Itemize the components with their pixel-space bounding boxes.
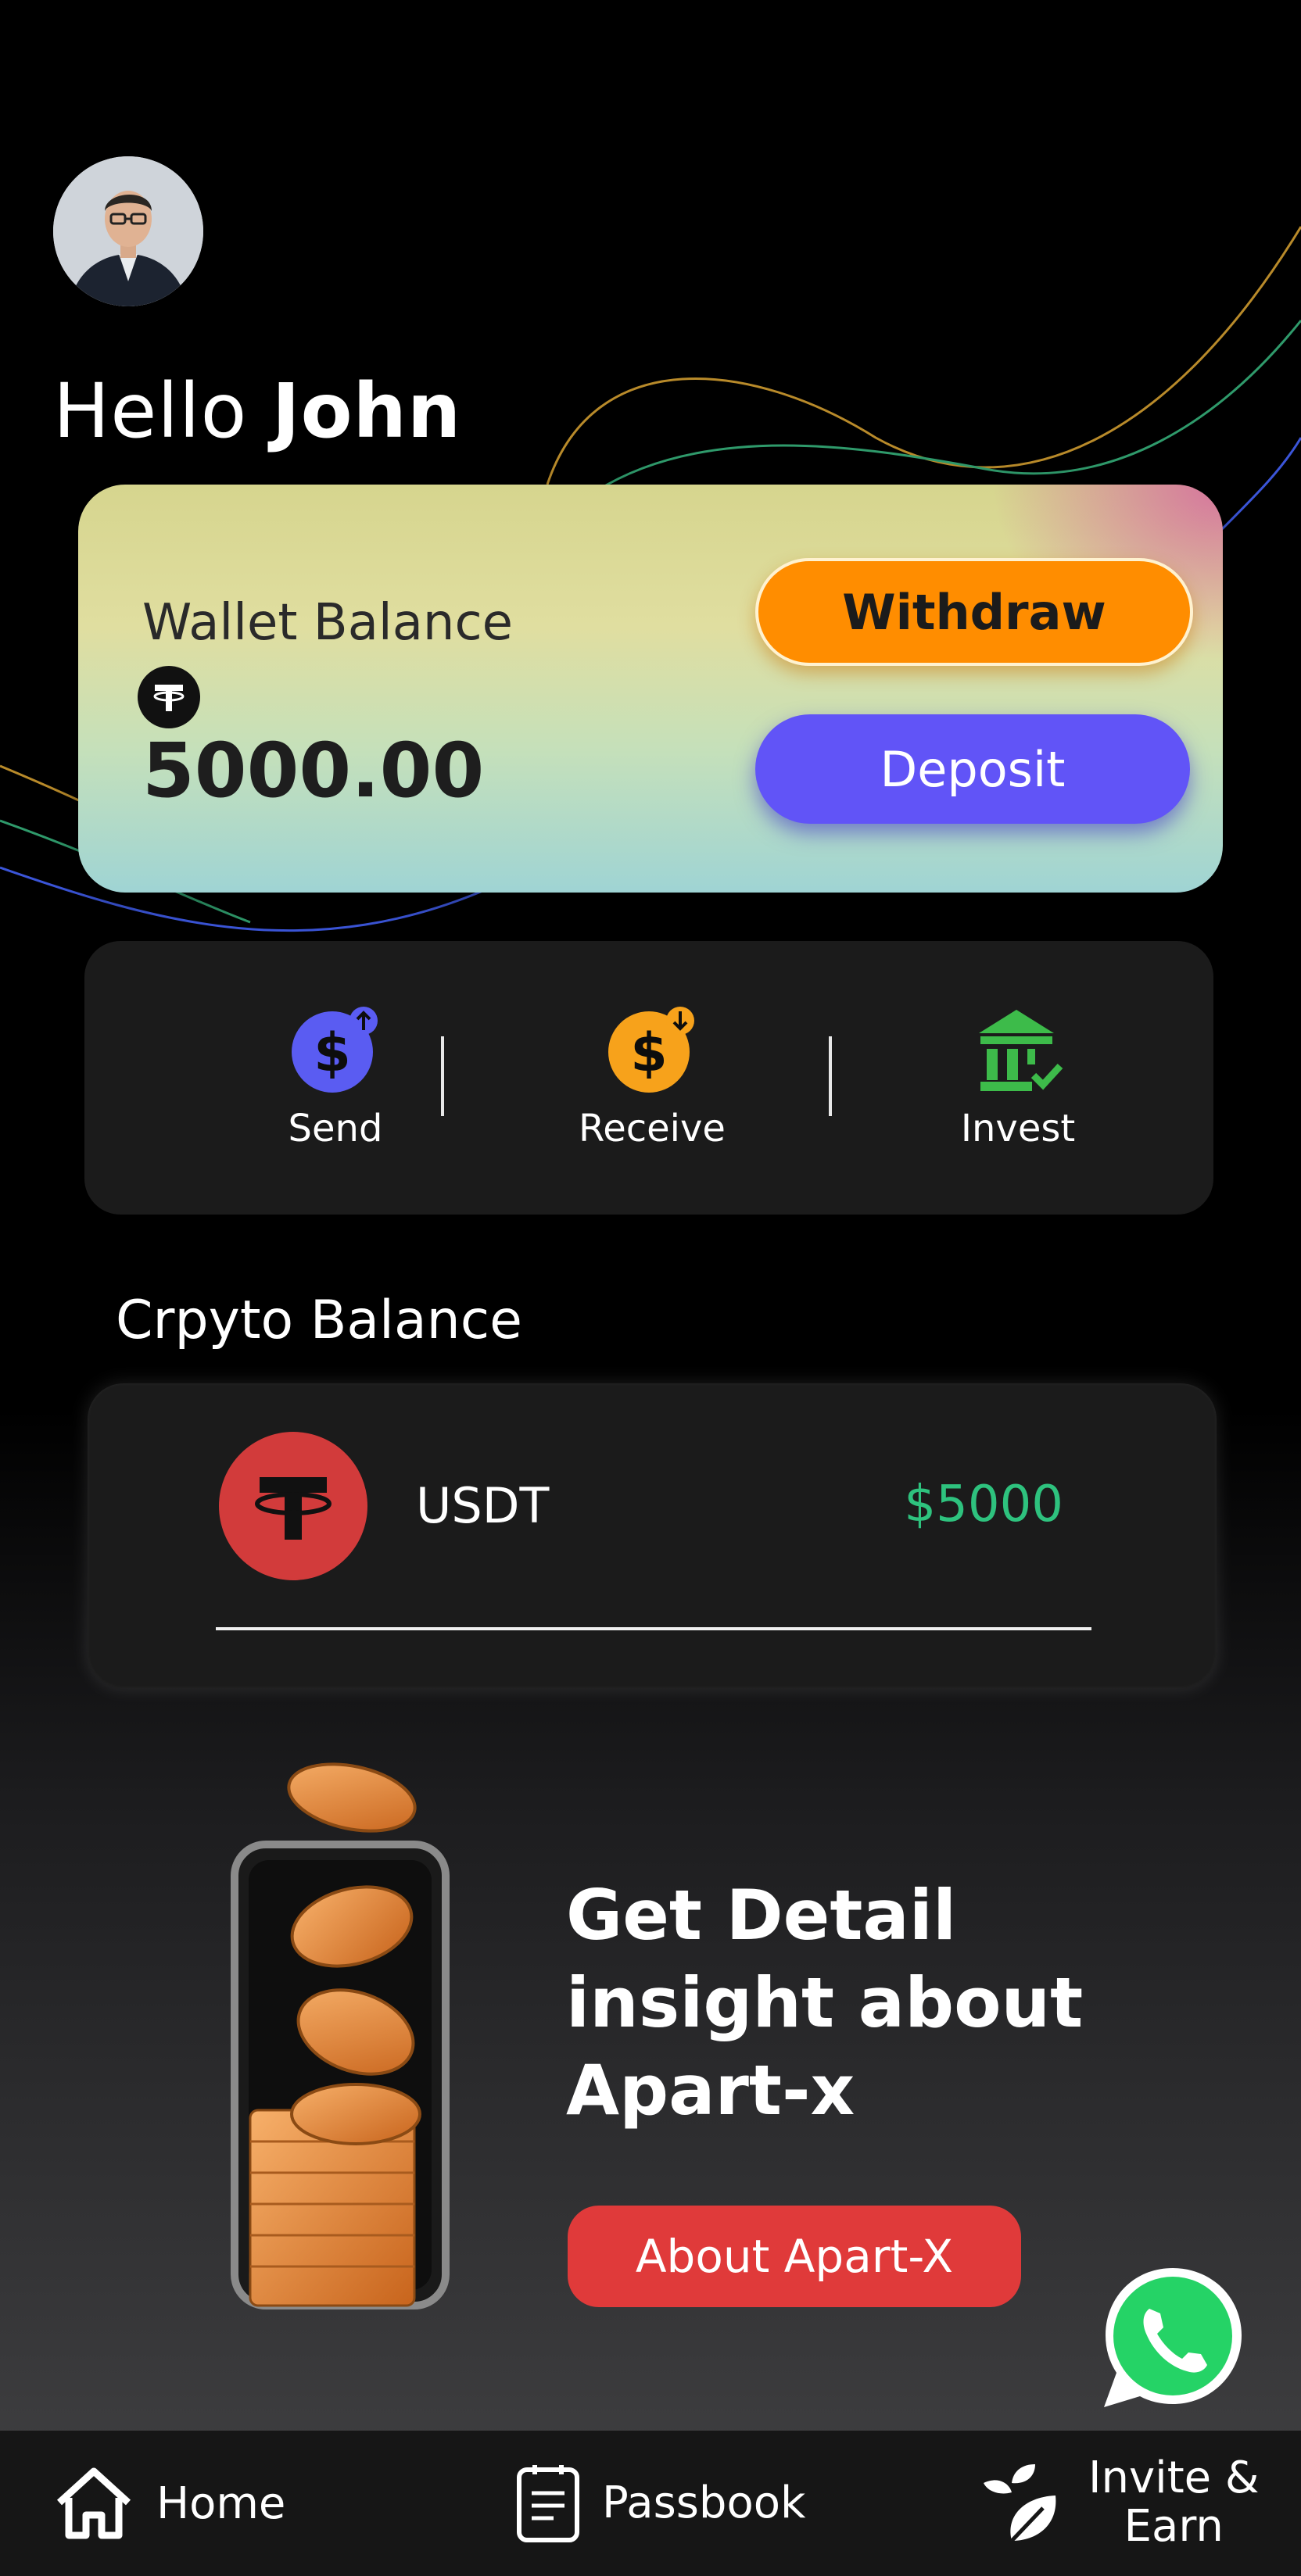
about-apart-x-button[interactable]: About Apart-X [568,2206,1021,2307]
action-divider [441,1036,444,1116]
wallet-balance-amount: 5000.00 [142,727,485,814]
nav-invite-line-2: Earn [1124,2501,1224,2552]
invest-action[interactable]: Invest [901,1004,1135,1150]
receive-action[interactable]: $ Receive [535,1004,769,1150]
nav-home[interactable]: Home [55,2467,285,2540]
crypto-symbol: USDT [416,1477,550,1534]
bottom-navigation: Home Passbook Invite & Earn [0,2431,1301,2576]
deposit-button[interactable]: Deposit [755,714,1190,824]
quick-actions-panel: $ Send $ Receive Invest [84,941,1213,1215]
nav-passbook[interactable]: Passbook [516,2462,805,2543]
nav-home-label: Home [156,2478,286,2529]
user-name: John [271,367,462,455]
nav-invite-line-1: Invite & [1088,2453,1260,2503]
nav-passbook-label: Passbook [602,2477,806,2528]
dollar-receive-icon: $ [608,1007,694,1093]
avatar[interactable] [53,156,203,306]
invest-label: Invest [960,1107,1076,1150]
dollar-send-icon: $ [292,1007,378,1093]
send-action[interactable]: $ Send [218,1004,453,1150]
nav-invite-label: Invite & Earn [1088,2454,1260,2551]
svg-text:$: $ [630,1022,667,1084]
promo-heading: Get Detail insight about Apart-x [566,1872,1129,2134]
action-divider [829,1036,832,1116]
receive-label: Receive [579,1107,726,1150]
promo-line-1: Get Detail [566,1875,957,1955]
svg-text:$: $ [314,1022,350,1084]
send-label: Send [288,1107,383,1150]
withdraw-button[interactable]: Withdraw [755,558,1193,666]
greeting: Hello John [53,367,461,455]
home-icon [56,2467,131,2539]
avatar-image [53,156,203,306]
bank-check-icon [979,1010,1063,1091]
tether-icon [138,666,200,728]
crypto-balance-title: Crpyto Balance [116,1290,522,1351]
leaf-icon [984,2464,1056,2542]
nav-invite-earn[interactable]: Invite & Earn [980,2454,1260,2551]
crypto-value: $5000 [904,1476,1063,1533]
crypto-row-divider [216,1627,1091,1630]
crypto-balance-card: USDT $5000 [88,1383,1217,1688]
promo-line-3: Apart-x [566,2050,855,2131]
wallet-balance-label: Wallet Balance [142,594,514,652]
phone-coins-illustration [231,1762,450,2309]
tether-icon [219,1432,367,1580]
wallet-card: Wallet Balance 5000.00 Withdraw Deposit [78,485,1223,893]
promo-line-2: insight about [566,1962,1084,2043]
passbook-icon [517,2465,579,2542]
whatsapp-icon[interactable] [1098,2262,1248,2412]
greeting-prefix: Hello [53,367,248,455]
